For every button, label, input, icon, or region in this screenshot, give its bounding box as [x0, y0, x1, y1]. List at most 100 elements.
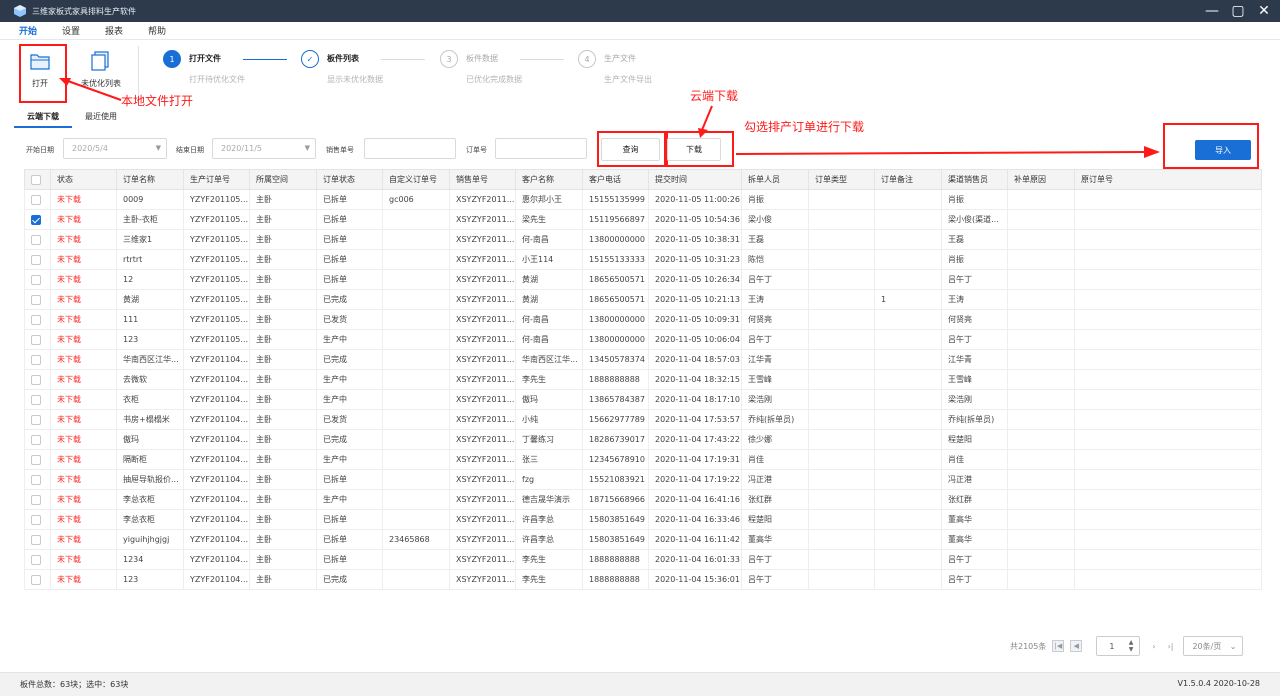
end-date-input[interactable]: 2020/11/5 ▼ [212, 138, 316, 159]
step-board-list[interactable]: ✓ 板件列表 显示未优化数据 [301, 50, 383, 85]
row-select-cell[interactable] [24, 249, 51, 270]
row-checkbox[interactable] [31, 354, 41, 365]
col-header[interactable]: 生产订单号 [183, 169, 250, 190]
row-select-cell[interactable] [24, 449, 51, 470]
col-header[interactable]: 自定义订单号 [382, 169, 450, 190]
close-icon[interactable]: ✕ [1256, 2, 1272, 20]
col-header[interactable]: 原订单号 [1074, 169, 1262, 190]
col-header[interactable]: 渠道销售员 [941, 169, 1008, 190]
row-checkbox[interactable] [31, 294, 41, 305]
table-row[interactable]: 未下载 主卧-衣柜 YZYF201105... 主卧 已拆单 XSYZYF2011... 梁… [24, 209, 1262, 230]
table-row[interactable]: 未下载 111 YZYF201105... 主卧 已发货 XSYZYF2011... 何-南… [24, 309, 1262, 330]
table-row[interactable]: 未下载 1234 YZYF201104... 主卧 已拆单 XSYZYF2011... 李先… [24, 549, 1262, 570]
table-row[interactable]: 未下载 123 YZYF201104... 主卧 已完成 XSYZYF2011... 李先生… [24, 569, 1262, 590]
row-checkbox[interactable] [31, 534, 41, 545]
page-size-select[interactable]: 20条/页 ⌄ [1183, 636, 1244, 656]
maximize-icon[interactable]: ▢ [1230, 2, 1246, 20]
prev-page-icon[interactable]: ◀ [1070, 640, 1083, 652]
table-row[interactable]: 未下载 三维家1 YZYF201105... 主卧 已拆单 XSYZYF2011... 何-… [24, 229, 1262, 250]
row-checkbox[interactable] [31, 374, 41, 385]
row-select-cell[interactable] [24, 469, 51, 490]
table-row[interactable]: 未下载 去微软 YZYF201104... 主卧 生产中 XSYZYF2011... 李先生… [24, 369, 1262, 390]
download-button[interactable]: 下载 [667, 138, 721, 161]
col-header[interactable]: 销售单号 [449, 169, 516, 190]
query-button[interactable]: 查询 [601, 138, 660, 161]
col-header[interactable]: 补单原因 [1007, 169, 1075, 190]
row-select-cell[interactable] [24, 389, 51, 410]
table-row[interactable]: 未下载 隔断柜 YZYF201104... 主卧 生产中 XSYZYF2011... 张三 1… [24, 449, 1262, 470]
col-header[interactable]: 拆单人员 [741, 169, 809, 190]
row-checkbox[interactable] [31, 214, 41, 225]
row-select-cell[interactable] [24, 549, 51, 570]
row-checkbox[interactable] [31, 414, 41, 425]
row-checkbox[interactable] [31, 474, 41, 485]
import-button[interactable]: 导入 [1195, 140, 1251, 160]
row-select-cell[interactable] [24, 529, 51, 550]
spinner-icon[interactable]: ▲ ▼ [1129, 639, 1134, 653]
col-header[interactable]: 订单名称 [116, 169, 184, 190]
row-select-cell[interactable] [24, 209, 51, 230]
col-header[interactable]: 客户电话 [582, 169, 649, 190]
row-select-cell[interactable] [24, 409, 51, 430]
tab-recent[interactable]: 最近使用 [72, 108, 130, 128]
col-header[interactable]: 提交时间 [648, 169, 742, 190]
row-checkbox[interactable] [31, 254, 41, 265]
col-header[interactable]: 所属空间 [249, 169, 317, 190]
col-header[interactable]: 订单状态 [316, 169, 383, 190]
row-select-cell[interactable] [24, 489, 51, 510]
table-row[interactable]: 未下载 李总衣柜 YZYF201104... 主卧 已拆单 XSYZYF2011... 许昌… [24, 509, 1262, 530]
row-checkbox[interactable] [31, 514, 41, 525]
row-select-cell[interactable] [24, 369, 51, 390]
step-open-file[interactable]: 1 打开文件 打开待优化文件 [163, 50, 245, 85]
page-number-input[interactable]: 1 ▲ ▼ [1096, 636, 1141, 656]
col-header[interactable]: 状态 [50, 169, 117, 190]
last-page-icon[interactable]: ›| [1168, 642, 1174, 651]
sales-no-input[interactable] [364, 138, 456, 159]
row-checkbox[interactable] [31, 194, 41, 205]
col-header[interactable]: 订单备注 [874, 169, 942, 190]
row-select-cell[interactable] [24, 509, 51, 530]
row-checkbox[interactable] [31, 554, 41, 565]
table-row[interactable]: 未下载 书房+榻榻米 YZYF201104... 主卧 已发货 XSYZYF2011...… [24, 409, 1262, 430]
tab-cloud-download[interactable]: 云端下载 [14, 108, 72, 128]
table-row[interactable]: 未下载 yiguihjhgjgj YZYF201104... 主卧 已拆单 2346586… [24, 529, 1262, 550]
table-row[interactable]: 未下载 抽屉导轨报价... YZYF201104... 主卧 已拆单 XSYZYF2011… [24, 469, 1262, 490]
order-no-input[interactable] [495, 138, 587, 159]
row-select-cell[interactable] [24, 429, 51, 450]
row-select-cell[interactable] [24, 569, 51, 590]
row-checkbox[interactable] [31, 334, 41, 345]
menu-reports[interactable]: 报表 [105, 24, 123, 37]
col-header[interactable]: 订单类型 [808, 169, 875, 190]
table-row[interactable]: 未下载 123 YZYF201105... 主卧 生产中 XSYZYF2011... 何-南… [24, 329, 1262, 350]
row-checkbox[interactable] [31, 574, 41, 585]
row-select-cell[interactable] [24, 289, 51, 310]
table-row[interactable]: 未下载 李总衣柜 YZYF201104... 主卧 生产中 XSYZYF2011... 德吉… [24, 489, 1262, 510]
step-board-data[interactable]: 3 板件数据 已优化完成数据 [440, 50, 522, 85]
row-select-cell[interactable] [24, 309, 51, 330]
menu-start[interactable]: 开始 [19, 24, 37, 37]
table-row[interactable]: 未下载 傲玛 YZYF201104... 主卧 已完成 XSYZYF2011... 丁馨练习… [24, 429, 1262, 450]
row-checkbox[interactable] [31, 314, 41, 325]
row-select-cell[interactable] [24, 229, 51, 250]
row-select-cell[interactable] [24, 329, 51, 350]
menu-help[interactable]: 帮助 [148, 24, 166, 37]
minimize-icon[interactable]: — [1204, 2, 1220, 20]
row-checkbox[interactable] [31, 454, 41, 465]
select-all-cell[interactable] [24, 169, 51, 190]
first-page-icon[interactable]: |◀ [1052, 640, 1065, 652]
row-checkbox[interactable] [31, 274, 41, 285]
select-all-checkbox[interactable] [31, 174, 41, 185]
menu-settings[interactable]: 设置 [62, 24, 80, 37]
next-page-icon[interactable]: › [1152, 642, 1155, 651]
row-select-cell[interactable] [24, 189, 51, 210]
col-header[interactable]: 客户名称 [515, 169, 583, 190]
row-select-cell[interactable] [24, 269, 51, 290]
table-row[interactable]: 未下载 衣柜 YZYF201104... 主卧 生产中 XSYZYF2011... 傲玛 13… [24, 389, 1262, 410]
table-row[interactable]: 未下载 12 YZYF201105... 主卧 已拆单 XSYZYF2011... 黄湖 18… [24, 269, 1262, 290]
row-checkbox[interactable] [31, 494, 41, 505]
start-date-input[interactable]: 2020/5/4 ▼ [63, 138, 167, 159]
step-production-file[interactable]: 4 生产文件 生产文件导出 [578, 50, 652, 85]
row-checkbox[interactable] [31, 234, 41, 245]
table-row[interactable]: 未下载 黄湖 YZYF201105... 主卧 已完成 XSYZYF2011... 黄湖 18… [24, 289, 1262, 310]
row-checkbox[interactable] [31, 394, 41, 405]
